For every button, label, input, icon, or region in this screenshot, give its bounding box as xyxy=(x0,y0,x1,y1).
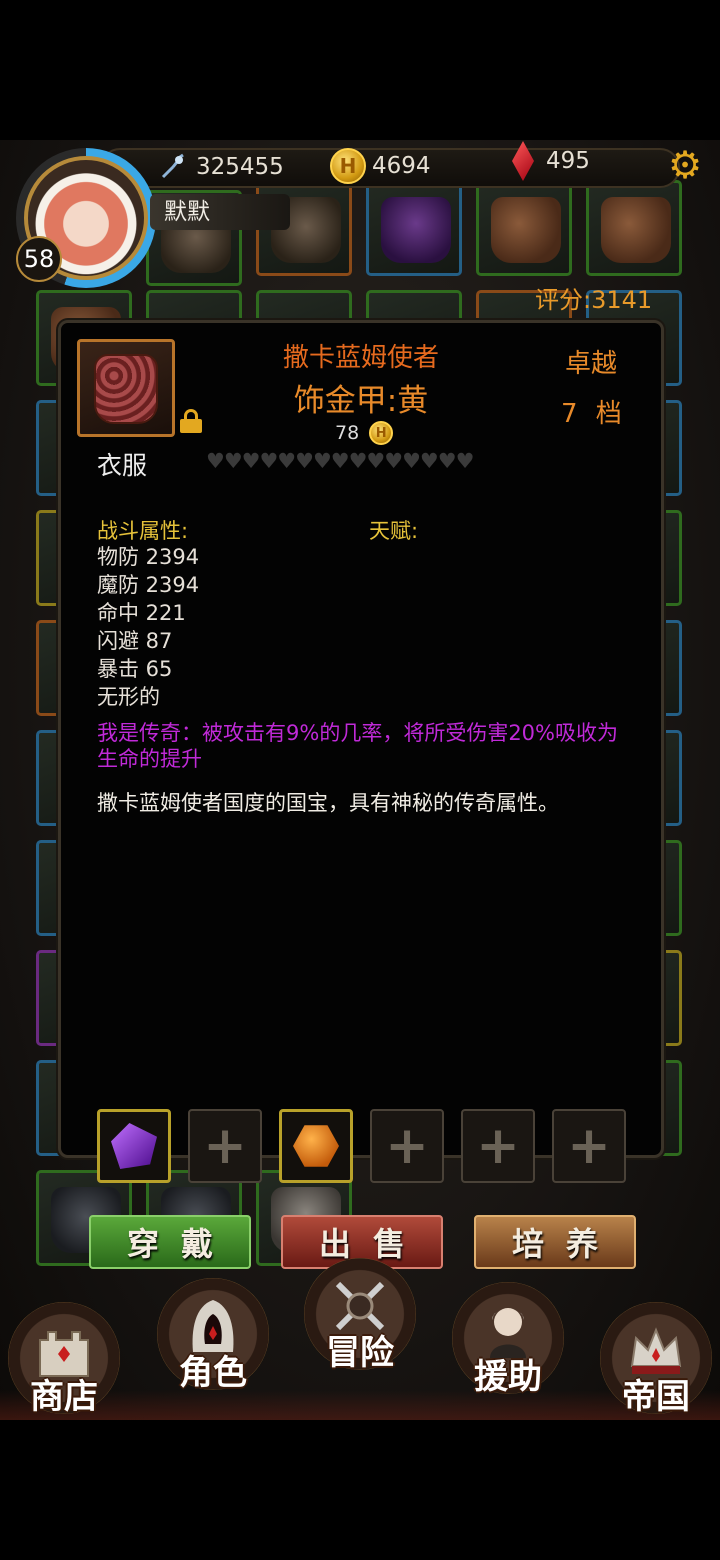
crossed-swords-icon xyxy=(335,1281,385,1331)
gem-socket-empty[interactable]: + xyxy=(370,1109,444,1183)
power-display: 325455 xyxy=(158,152,284,182)
player-name: 默默 xyxy=(150,194,290,230)
gem-socket-empty[interactable]: + xyxy=(552,1109,626,1183)
item-detail-popup: 撒卡蓝姆使者 饰金甲:黄 78 H 卓越 7 档 衣服 ♥♥♥♥♥♥♥♥♥♥♥♥… xyxy=(58,320,664,1269)
gems-display: 495 xyxy=(508,141,590,181)
stat-hit: 命中 221 xyxy=(97,601,186,625)
score-label: 评分:3141 xyxy=(535,286,653,314)
crown-icon xyxy=(630,1327,682,1374)
price-value: 78 xyxy=(335,422,360,444)
purple-gem-icon xyxy=(111,1123,157,1169)
lock-icon[interactable] xyxy=(179,409,203,433)
gems-value: 495 xyxy=(546,148,590,174)
combat-attributes-label: 战斗属性: xyxy=(97,519,189,543)
enhance-hearts: ♥♥♥♥♥♥♥♥♥♥♥♥♥♥♥ xyxy=(206,449,474,473)
red-gem-icon xyxy=(508,141,538,181)
gem-socket-filled[interactable] xyxy=(97,1109,171,1183)
inventory-slot[interactable] xyxy=(586,180,682,276)
power-value: 325455 xyxy=(196,154,284,180)
level-badge: 58 xyxy=(16,236,62,282)
gem-socket-filled[interactable] xyxy=(279,1109,353,1183)
stats-list: 物防 2394 魔防 2394 命中 221 闪避 87 暴击 65 无形的 xyxy=(97,543,199,711)
gold-coin-icon: H xyxy=(369,421,394,445)
gold-coin-icon: H xyxy=(330,148,366,184)
assistant-portrait-icon xyxy=(490,1308,526,1358)
nav-role-button[interactable]: 角色 xyxy=(157,1278,269,1393)
nav-shop-button[interactable]: 商店 xyxy=(8,1302,120,1417)
item-category: 衣服 xyxy=(97,451,148,480)
stat-physical-defense: 物防 2394 xyxy=(97,545,200,569)
nav-adventure-button[interactable]: 冒险 xyxy=(304,1258,416,1373)
bottom-nav-bar xyxy=(0,1390,720,1420)
orange-gem-icon xyxy=(293,1125,339,1167)
item-price: 78 H xyxy=(335,421,394,445)
stat-magic-defense: 魔防 2394 xyxy=(97,573,200,597)
stat-invisible: 无形的 xyxy=(97,685,160,709)
train-button[interactable]: 培养 xyxy=(474,1215,636,1269)
inventory-slot[interactable] xyxy=(366,180,462,276)
item-subtitle: 饰金甲:黄 xyxy=(293,383,429,419)
settings-gear-icon[interactable]: ⚙ xyxy=(668,146,702,184)
stat-dodge: 闪避 87 xyxy=(97,629,173,653)
item-description: 撒卡蓝姆使者国度的国宝，具有神秘的传奇属性。 xyxy=(97,791,559,815)
stat-crit: 暴击 65 xyxy=(97,657,173,681)
item-title: 撒卡蓝姆使者 xyxy=(282,343,439,373)
item-grade: 7 档 xyxy=(561,399,622,429)
nav-empire-button[interactable]: 帝国 xyxy=(600,1302,712,1417)
castle-icon xyxy=(39,1331,89,1377)
power-icon xyxy=(158,152,188,182)
nav-assist-button[interactable]: 援助 xyxy=(452,1282,564,1397)
hooded-figure-icon xyxy=(192,1300,234,1352)
equipment-icon xyxy=(77,339,175,437)
inventory-slot[interactable] xyxy=(476,180,572,276)
talent-label: 天赋: xyxy=(369,519,419,543)
item-tier: 卓越 xyxy=(565,349,618,379)
gold-value: 4694 xyxy=(372,153,431,179)
game-screen: 325455 H 4694 495 ⚙ 58 默默 评分:3141 撒卡蓝姆使者… xyxy=(0,140,720,1420)
gem-socket-empty[interactable]: + xyxy=(461,1109,535,1183)
gem-socket-empty[interactable]: + xyxy=(188,1109,262,1183)
wear-button[interactable]: 穿戴 xyxy=(89,1215,251,1269)
gold-display: H 4694 xyxy=(330,148,431,184)
legendary-effect: 我是传奇：被攻击有9%的几率，将所受伤害20%吸收为生命的提升 xyxy=(97,721,618,771)
